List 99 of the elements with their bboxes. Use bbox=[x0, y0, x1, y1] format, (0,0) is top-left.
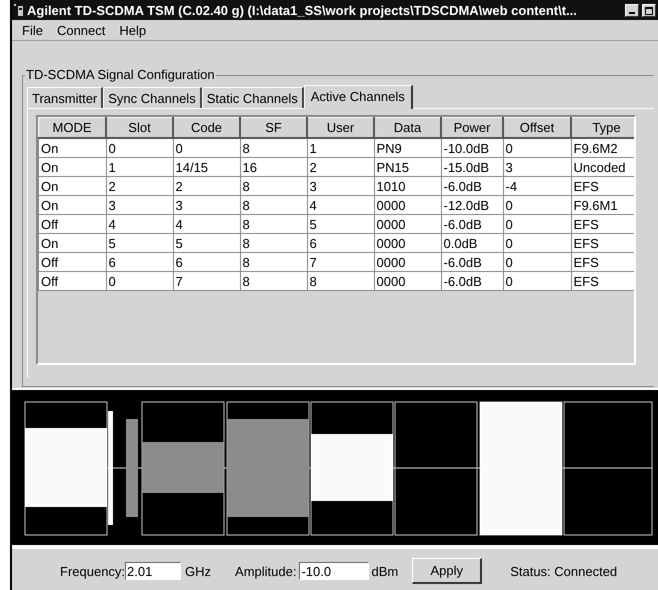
table-cell: 4 bbox=[307, 196, 374, 214]
tab[interactable]: Transmitter bbox=[27, 87, 104, 108]
column-header[interactable]: SF bbox=[240, 118, 307, 138]
table-cell: 3 bbox=[173, 196, 240, 214]
column-header[interactable]: MODE bbox=[38, 118, 106, 138]
table-cell: EFS bbox=[571, 272, 634, 290]
menu-item[interactable]: Help bbox=[113, 22, 152, 38]
table-cell: 0 bbox=[106, 272, 173, 290]
table-cell: 7 bbox=[307, 252, 374, 272]
table-cell: -12.0dB bbox=[441, 196, 503, 214]
table-cell: 3 bbox=[307, 176, 374, 196]
table-cell: 8 bbox=[240, 176, 307, 196]
table-cell: 4 bbox=[173, 214, 240, 234]
menu-item[interactable]: File bbox=[16, 22, 49, 38]
table-cell: 14/15 bbox=[173, 158, 240, 176]
table-cell: -6.0dB bbox=[441, 176, 503, 196]
minimize-button[interactable] bbox=[625, 4, 639, 16]
table-cell: F9.6M1 bbox=[571, 196, 634, 214]
table-cell: -15.0dB bbox=[441, 158, 503, 176]
table-cell: 5 bbox=[106, 234, 173, 252]
table-cell: PN9 bbox=[374, 138, 441, 158]
table-cell: 0000 bbox=[374, 252, 441, 272]
table-cell: 8 bbox=[240, 272, 307, 290]
panel-title: TD-SCDMA Signal Configuration bbox=[25, 67, 216, 82]
table-cell: F9.6M2 bbox=[571, 138, 634, 158]
table-cell: PN15 bbox=[374, 158, 441, 176]
column-header[interactable]: User bbox=[307, 118, 374, 138]
table-cell: 5 bbox=[307, 214, 374, 234]
column-header[interactable]: Offset bbox=[503, 118, 571, 138]
table-cell: 6 bbox=[106, 252, 173, 272]
table-cell: EFS bbox=[571, 214, 634, 234]
table-cell: 2 bbox=[307, 158, 374, 176]
table-cell: 7 bbox=[173, 272, 240, 290]
table-cell: On bbox=[38, 176, 106, 196]
table-cell: Uncoded bbox=[571, 158, 634, 176]
table-cell: 0 bbox=[503, 138, 571, 158]
table-cell: -6.0dB bbox=[441, 252, 503, 272]
table-cell: 0 bbox=[503, 272, 571, 290]
table-cell: 0 bbox=[503, 214, 571, 234]
table-cell: 8 bbox=[240, 138, 307, 158]
table-cell: 8 bbox=[240, 196, 307, 214]
table-cell: -6.0dB bbox=[441, 272, 503, 290]
field-label: Frequency: bbox=[60, 564, 126, 578]
frequency-field[interactable]: 2.01 bbox=[125, 562, 182, 580]
table-cell: 0 bbox=[173, 138, 240, 158]
tab[interactable]: Active Channels bbox=[304, 85, 413, 109]
table-cell: 0 bbox=[503, 196, 571, 214]
unit-label: GHz bbox=[185, 564, 212, 578]
table-cell: Off bbox=[38, 272, 106, 290]
table-cell: EFS bbox=[571, 234, 634, 252]
table-cell: EFS bbox=[571, 252, 634, 272]
menu-item[interactable]: Connect bbox=[50, 22, 112, 38]
table-cell: 0000 bbox=[374, 234, 441, 252]
table-cell: On bbox=[38, 234, 106, 252]
table-cell: 2 bbox=[173, 176, 240, 196]
apply-button[interactable]: Apply bbox=[412, 558, 482, 584]
unit-label: dBm bbox=[371, 564, 398, 578]
field-label: Amplitude: bbox=[235, 564, 296, 578]
table-cell: 0 bbox=[106, 138, 173, 158]
table-cell: 3 bbox=[106, 196, 173, 214]
table-cell: On bbox=[38, 158, 106, 176]
table-cell: Off bbox=[38, 214, 106, 234]
table-cell: -10.0dB bbox=[441, 138, 503, 158]
table-cell: -4 bbox=[503, 176, 571, 196]
table-cell: 0000 bbox=[374, 214, 441, 234]
table-cell: 6 bbox=[307, 234, 374, 252]
table-cell: EFS bbox=[571, 176, 634, 196]
column-header[interactable]: Power bbox=[441, 118, 503, 138]
table-cell: -6.0dB bbox=[441, 214, 503, 234]
table-cell: On bbox=[38, 196, 106, 214]
column-header[interactable]: Slot bbox=[106, 118, 173, 138]
table-cell: 5 bbox=[173, 234, 240, 252]
table-cell: 4 bbox=[106, 214, 173, 234]
table-cell: 8 bbox=[307, 272, 374, 290]
table-cell: 3 bbox=[503, 158, 571, 176]
table-cell: 1010 bbox=[374, 176, 441, 196]
table-cell: 6 bbox=[173, 252, 240, 272]
table-cell: 16 bbox=[240, 158, 307, 176]
table-cell: 0000 bbox=[374, 196, 441, 214]
table-cell: Off bbox=[38, 252, 106, 272]
table-cell: 0 bbox=[503, 234, 571, 252]
amplitude-field[interactable]: -10.0 bbox=[299, 562, 370, 580]
window-title: Agilent TD-SCDMA TSM (C.02.40 g) (I:\data1_SS\work projects\TDSCDMA\web content\t... bbox=[27, 2, 578, 18]
table-cell: 8 bbox=[240, 252, 307, 272]
column-header[interactable]: Code bbox=[173, 118, 240, 138]
maximize-button[interactable] bbox=[642, 4, 656, 16]
column-header[interactable]: Type bbox=[571, 118, 634, 138]
table-cell: 0 bbox=[503, 252, 571, 272]
status-text: Status: Connected bbox=[510, 564, 618, 578]
column-header[interactable]: Data bbox=[374, 118, 441, 138]
table-cell: On bbox=[38, 138, 106, 158]
tab[interactable]: Sync Channels bbox=[103, 87, 202, 108]
table-cell: 1 bbox=[307, 138, 374, 158]
table-cell: 1 bbox=[106, 158, 173, 176]
table-cell: 0.0dB bbox=[441, 234, 503, 252]
table-cell: 2 bbox=[106, 176, 173, 196]
table-cell: 8 bbox=[240, 214, 307, 234]
table-cell: 8 bbox=[240, 234, 307, 252]
table-cell: 0000 bbox=[374, 272, 441, 290]
